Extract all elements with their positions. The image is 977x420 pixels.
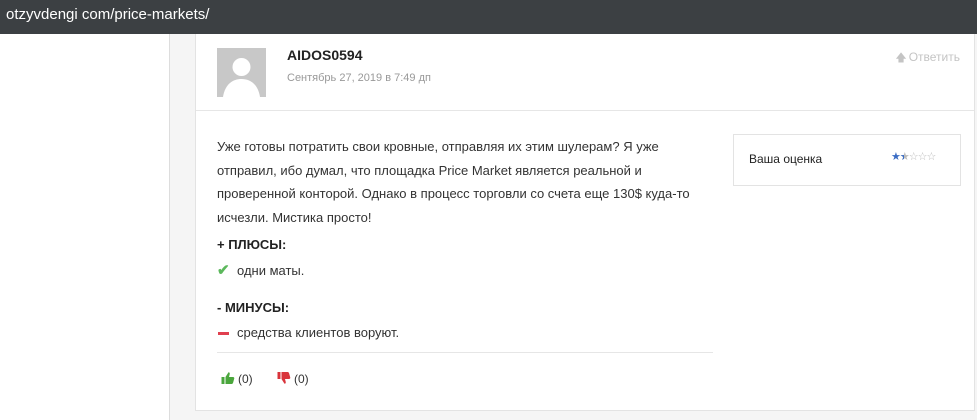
avatar: [217, 48, 266, 97]
url-text: otzyvdengi com/price-markets/: [6, 6, 210, 23]
star-half-icon: ★: [900, 150, 910, 163]
check-icon: ✔: [217, 262, 230, 279]
pros-title: + ПЛЮСЫ:: [217, 237, 287, 252]
star-rating[interactable]: ★★☆☆☆: [891, 150, 937, 163]
arrow-up-icon: 🡅: [895, 52, 907, 64]
star-empty-icon: ☆: [926, 151, 937, 163]
star-empty-icon: ☆: [908, 151, 919, 163]
default-avatar-icon: [217, 48, 266, 97]
star-empty-icon: ☆: [917, 151, 928, 163]
dislike-button[interactable]: (0): [277, 371, 309, 386]
comment-text: Уже готовы потратить свои кровные, отпра…: [217, 139, 690, 225]
pros-item-label: одни маты.: [237, 263, 305, 278]
reply-label: Ответить: [908, 50, 960, 64]
rating-box: Ваша оценка ★★☆☆☆: [733, 134, 961, 186]
left-sidebar: [0, 34, 170, 420]
address-bar[interactable]: otzyvdengi com/price-markets/: [0, 0, 977, 34]
divider: [217, 352, 713, 353]
comment-header: AIDOS0594 Сентябрь 27, 2019 в 7:49 дп 🡅 О…: [196, 34, 974, 111]
star-full-icon: ★: [891, 151, 901, 163]
cons-title: - МИНУСЫ:: [217, 300, 290, 315]
cons-item-label: средства клиентов воруют.: [237, 325, 400, 340]
rating-label: Ваша оценка: [749, 152, 823, 166]
dislike-count: (0): [294, 372, 309, 386]
minus-icon: [218, 332, 229, 335]
comment-author[interactable]: AIDOS0594: [287, 47, 362, 63]
like-count: (0): [238, 372, 253, 386]
reply-button[interactable]: 🡅 Ответить: [895, 49, 960, 68]
like-button[interactable]: (0): [221, 371, 253, 386]
comment-card: AIDOS0594 Сентябрь 27, 2019 в 7:49 дп 🡅 О…: [195, 34, 975, 411]
thumbs-up-icon: [221, 372, 235, 384]
thumbs-down-icon: [277, 372, 291, 384]
comment-date: Сентябрь 27, 2019 в 7:49 дп: [287, 72, 431, 84]
